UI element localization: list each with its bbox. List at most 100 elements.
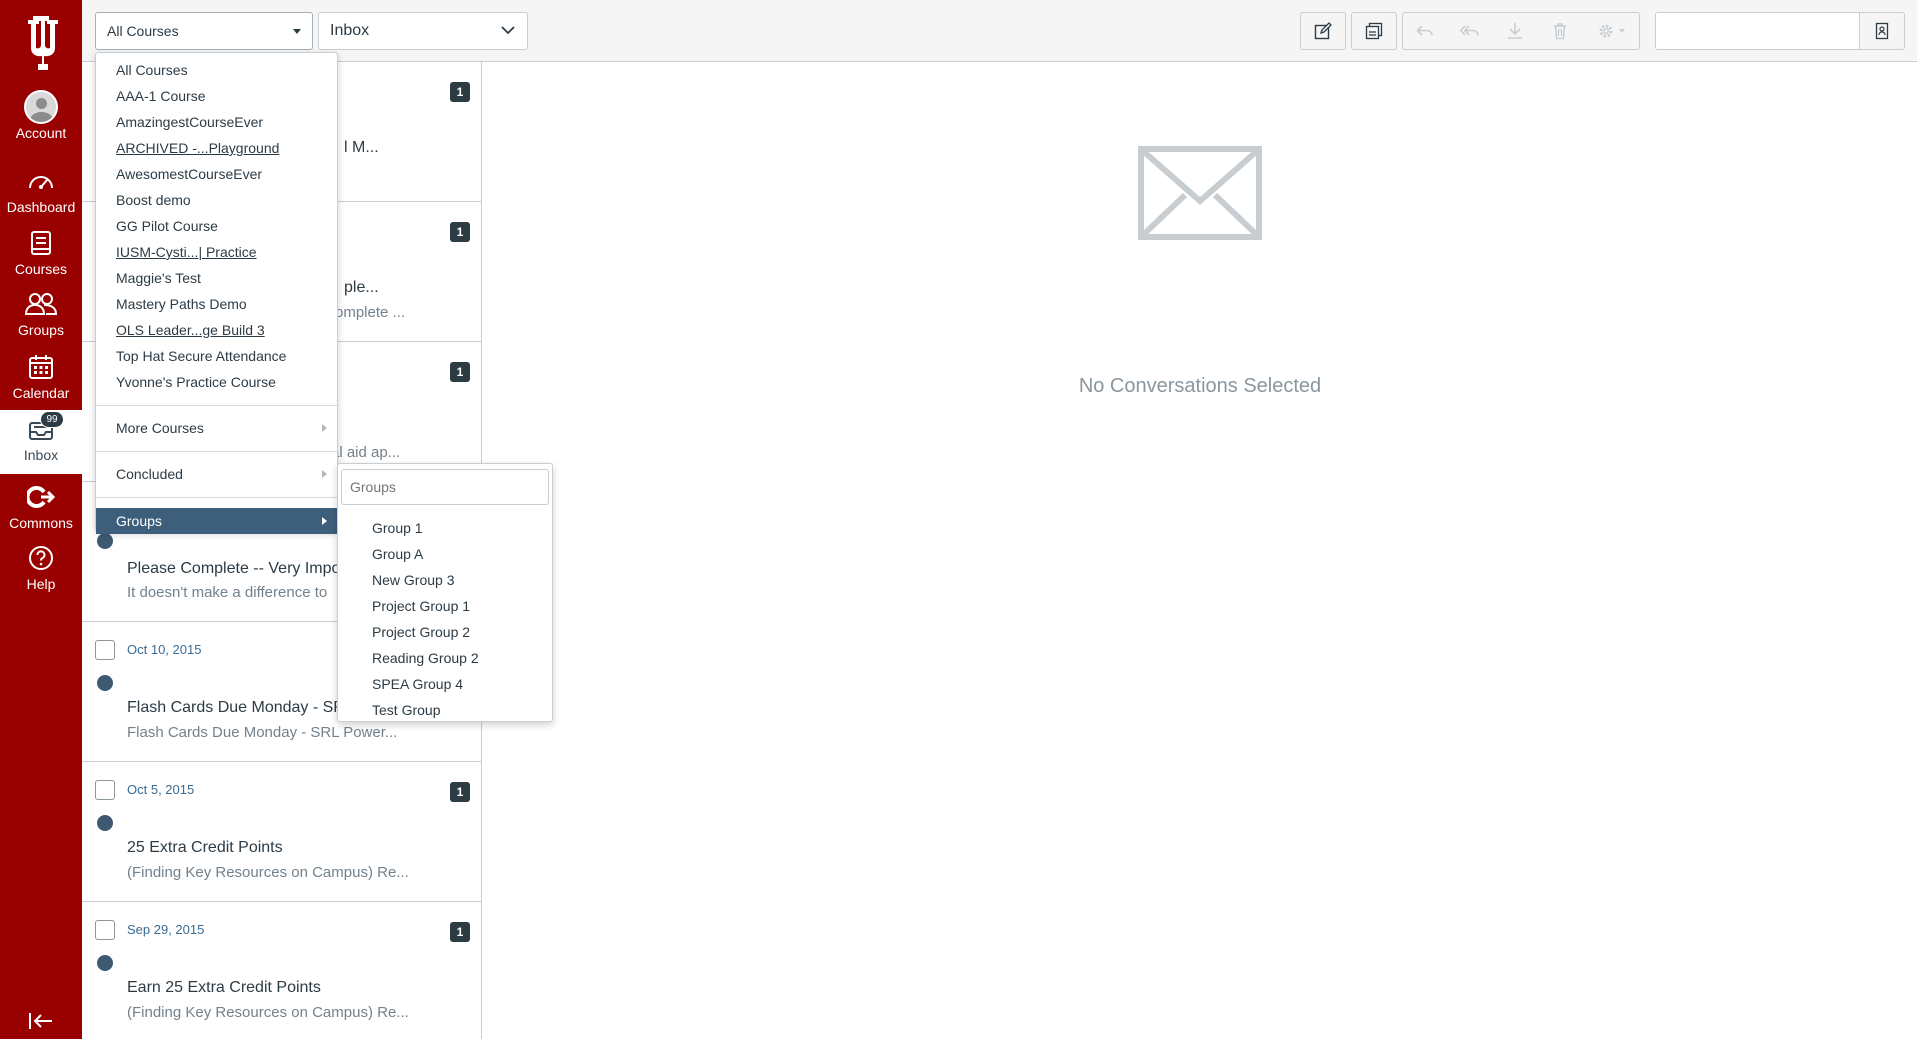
menu-item-label: New Group 3 [372,572,455,588]
settings-menu-button[interactable] [1582,12,1640,50]
conversation-subject: Flash Cards Due Monday - SR [127,699,345,716]
menu-item-course[interactable]: AAA-1 Course [96,83,337,109]
menu-item-label: Project Group 2 [372,624,471,640]
calendar-icon [29,355,53,379]
conversation-date: Oct 5, 2015 [127,782,195,797]
caret-down-icon [1618,29,1625,33]
archive-button[interactable] [1351,12,1397,50]
menu-item-group[interactable]: Reading Group 2 [338,645,552,671]
menu-item-group[interactable]: Group 1 [338,515,552,541]
groups-filter-input[interactable] [341,469,549,505]
unread-indicator[interactable] [97,955,113,971]
menu-item-more-courses[interactable]: More Courses [96,415,337,441]
commons-icon [27,486,55,508]
reply-all-button[interactable] [1447,12,1493,50]
menu-item-label: Mastery Paths Demo [116,296,247,312]
help-icon [29,546,53,570]
empty-state-message: No Conversations Selected [1078,375,1322,397]
conversation-item[interactable]: Sep 29, 2015 1 Earn 25 Extra Credit Poin… [82,902,481,1039]
search-input[interactable] [1655,12,1877,50]
menu-item-label: All Courses [116,62,188,78]
menu-item-label: AwesomestCourseEver [116,166,263,182]
menu-item-course[interactable]: GG Pilot Course [96,213,337,239]
envelope-icon [1138,146,1262,240]
menu-item-course[interactable]: All Courses [96,57,337,83]
collapse-nav-button[interactable] [24,1010,58,1032]
menu-item-course[interactable]: Yvonne's Practice Course [96,369,337,395]
menu-item-label: Maggie's Test [116,270,201,286]
nav-calendar[interactable]: Calendar [0,352,82,416]
nav-inbox-label: Inbox [23,447,59,463]
menu-item-label: More Courses [116,420,204,436]
mailbox-filter-select[interactable]: Inbox [318,12,528,50]
menu-item-group[interactable]: SPEA Group 4 [338,671,552,697]
mailbox-filter-value: Inbox [330,22,370,39]
iu-logo[interactable] [0,8,82,78]
address-book-button[interactable] [1859,12,1905,50]
app: Account Dashboard Courses Groups Calenda… [0,0,1917,1039]
menu-item-groups[interactable]: Groups [96,508,337,534]
delete-button[interactable] [1537,12,1583,50]
compose-button[interactable] [1300,12,1346,50]
menu-item-course[interactable]: Mastery Paths Demo [96,291,337,317]
groups-submenu: Group 1 Group A New Group 3 Project Grou… [337,463,553,722]
menu-item-course[interactable]: Maggie's Test [96,265,337,291]
menu-item-label: SPEA Group 4 [372,676,464,692]
menu-item-course[interactable]: IUSM-Cysti...| Practice [96,239,337,265]
menu-item-course[interactable]: OLS Leader...ge Build 3 [96,317,337,343]
caret-right-icon [322,470,327,478]
menu-item-group[interactable]: Group A [338,541,552,567]
course-filter-select[interactable]: All Courses [95,12,313,50]
menu-item-label: Yvonne's Practice Course [116,374,276,390]
conversation-item[interactable]: Oct 5, 2015 1 25 Extra Credit Points (Fi… [82,762,481,902]
menu-item-label: IUSM-Cysti...| Practice [116,244,257,260]
select-checkbox[interactable] [95,640,115,660]
trash-icon [1553,23,1566,40]
message-count-badge: 1 [450,362,470,382]
nav-courses-label: Courses [14,261,68,277]
menu-item-course[interactable]: AwesomestCourseEver [96,161,337,187]
conversation-preview: omplete ... [335,304,406,321]
menu-item-label: ARCHIVED -...Playground [116,140,280,156]
menu-item-label: Test Group [372,702,441,718]
trident-icon [28,16,58,70]
menu-item-course[interactable]: ARCHIVED -...Playground [96,135,337,161]
nav-dashboard[interactable]: Dashboard [0,166,82,230]
menu-item-course[interactable]: Top Hat Secure Attendance [96,343,337,369]
menu-item-course[interactable]: AmazingestCourseEver [96,109,337,135]
reply-button[interactable] [1402,12,1448,50]
download-button[interactable] [1492,12,1538,50]
unread-indicator[interactable] [97,675,113,691]
menu-divider [96,497,337,498]
menu-item-group[interactable]: New Group 3 [338,567,552,593]
archive-icon [1365,22,1383,40]
conversation-preview: Flash Cards Due Monday - SRL Power... [127,724,398,741]
select-checkbox[interactable] [95,920,115,940]
inbox-toolbar: All Courses Inbox [82,0,1917,62]
menu-item-group[interactable]: Project Group 1 [338,593,552,619]
menu-item-group[interactable]: Test Group [338,697,552,721]
select-checkbox[interactable] [95,780,115,800]
nav-account[interactable]: Account [0,90,82,156]
gear-icon [1599,24,1612,38]
global-nav: Account Dashboard Courses Groups Calenda… [0,0,82,1039]
nav-commons[interactable]: Commons [0,482,82,546]
unread-indicator[interactable] [97,533,113,549]
conversation-subject: 25 Extra Credit Points [127,839,283,856]
menu-item-course[interactable]: Boost demo [96,187,337,213]
conversation-preview: It doesn't make a difference to [127,584,328,601]
nav-help[interactable]: Help [0,543,82,607]
course-filter-menu: All Courses AAA-1 Course AmazingestCours… [95,52,338,534]
compose-icon [1314,22,1332,40]
conversation-preview: (Finding Key Resources on Campus) Re... [127,864,409,881]
conversation-subject: l M... [344,139,379,156]
address-book-icon [1875,22,1889,40]
menu-item-label: AAA-1 Course [116,88,206,104]
menu-item-concluded[interactable]: Concluded [96,461,337,487]
menu-item-group[interactable]: Project Group 2 [338,619,552,645]
nav-account-label: Account [15,125,67,141]
nav-dashboard-label: Dashboard [6,199,76,215]
unread-indicator[interactable] [97,815,113,831]
nav-groups[interactable]: Groups [0,289,82,353]
nav-courses[interactable]: Courses [0,228,82,292]
